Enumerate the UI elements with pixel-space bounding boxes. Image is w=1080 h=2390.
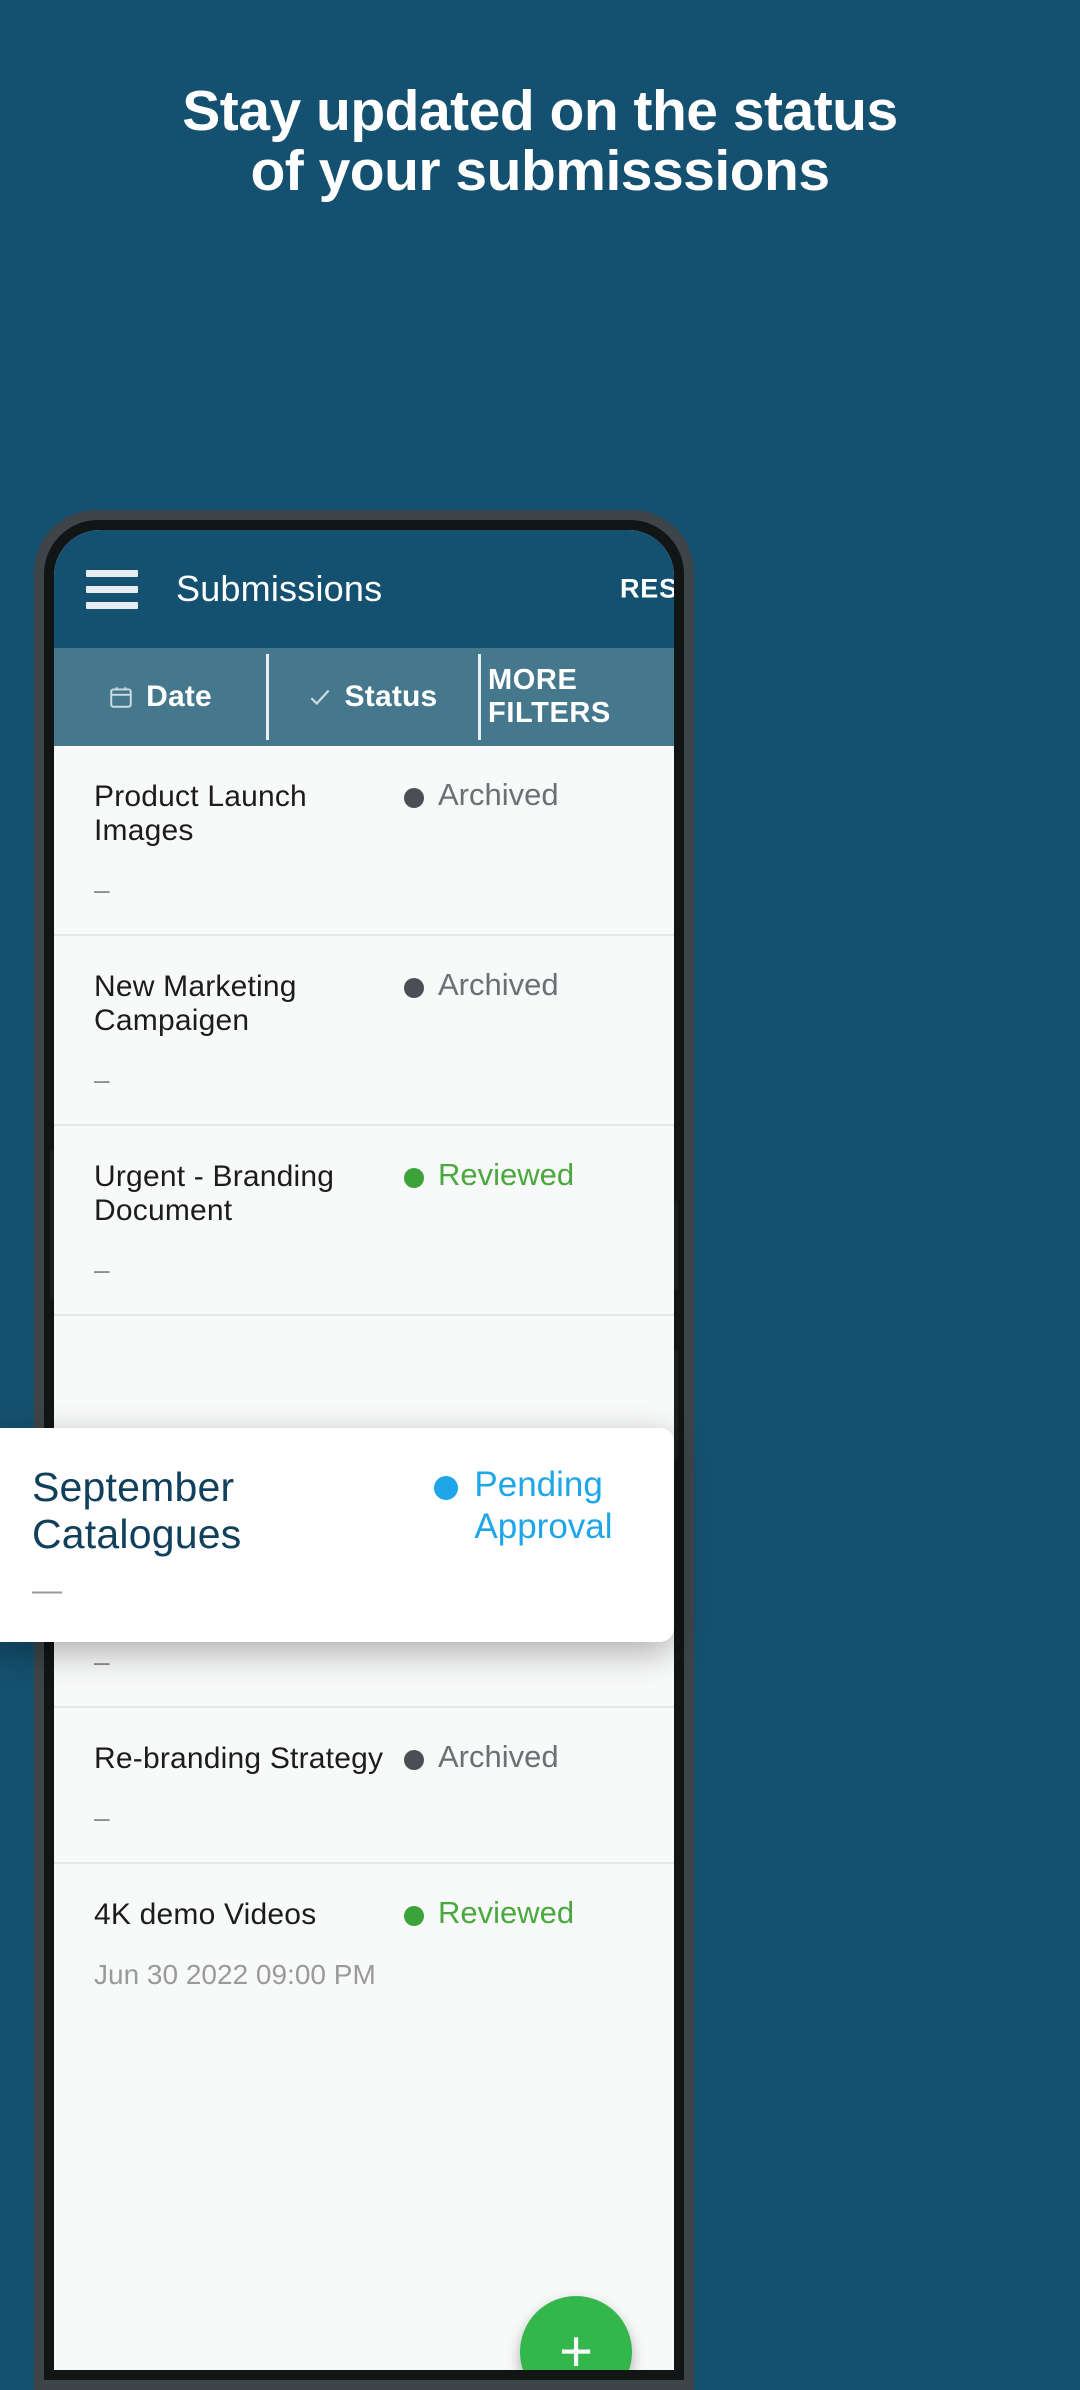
filter-tab-date-label: Date <box>146 680 212 713</box>
filter-tab-status[interactable]: Status <box>266 648 478 746</box>
submission-title: Re-branding Strategy <box>94 1741 384 1775</box>
submission-date: – <box>94 1254 110 1285</box>
submission-title: Product Launch Images <box>94 780 307 847</box>
filter-tab-more-filters[interactable]: MORE FILTERS <box>478 648 674 746</box>
filter-tab-status-label: Status <box>344 680 438 713</box>
submission-date: Jun 30 2022 09:00 PM <box>94 1959 376 1990</box>
filter-tab-date[interactable]: Date <box>54 648 266 746</box>
submission-title: New Marketing Campaigen <box>94 970 297 1037</box>
plus-icon: + <box>559 2319 593 2371</box>
status-badge: Archived <box>438 777 559 812</box>
filter-tab-bar: Date Status MORE FILTERS <box>54 648 674 746</box>
status-dot <box>404 1749 424 1770</box>
filter-tab-more-filters-label: MORE FILTERS <box>488 664 611 729</box>
promo-headline: Stay updated on the status of your submi… <box>0 79 1080 203</box>
submission-date: – <box>94 1802 110 1834</box>
status-dot <box>404 1168 424 1188</box>
table-row[interactable]: Re-branding Strategy Archived – <box>54 1708 674 1865</box>
status-dot <box>404 788 424 808</box>
highlighted-submission-status: Pending Approval <box>434 1464 634 1548</box>
submissions-list: Product Launch Images Archived – New Mar… <box>54 746 674 2019</box>
submission-status: Archived <box>404 966 634 1005</box>
status-badge: Reviewed <box>438 1895 575 1931</box>
page-title: Submissions <box>176 568 383 609</box>
status-dot <box>404 978 424 998</box>
submission-status: Reviewed <box>404 1894 634 1933</box>
highlighted-submission-title: September Catalogues <box>32 1464 242 1557</box>
submission-date: – <box>94 1064 110 1095</box>
check-icon <box>307 684 333 710</box>
calendar-icon <box>108 684 134 710</box>
highlighted-submission-card[interactable]: September Catalogues Pending Approval — <box>0 1428 674 1642</box>
reset-button[interactable]: RESET <box>620 574 674 605</box>
table-row[interactable]: New Marketing Campaigen Archived – <box>54 936 674 1126</box>
submission-status: Archived <box>404 1738 634 1777</box>
submission-title: Urgent - Branding Document <box>94 1160 335 1227</box>
submission-status: Archived <box>404 776 634 815</box>
submission-status: Reviewed <box>404 1156 634 1195</box>
table-row[interactable]: 4K demo Videos Reviewed Jun 30 2022 09:0… <box>54 1864 674 2019</box>
submission-date: – <box>94 874 110 905</box>
promo-headline-line-1: Stay updated on the status <box>182 79 898 143</box>
promo-headline-line-2: of your submisssions <box>250 138 830 203</box>
status-badge: Pending Approval <box>474 1465 613 1546</box>
table-row[interactable]: Product Launch Images Archived – <box>54 746 674 936</box>
status-badge: Archived <box>438 967 559 1002</box>
status-badge: Reviewed <box>438 1157 575 1192</box>
status-badge: Archived <box>438 1738 559 1774</box>
add-submission-fab[interactable]: + <box>520 2296 632 2370</box>
submission-title: 4K demo Videos <box>94 1898 317 1932</box>
status-dot <box>434 1476 459 1500</box>
hamburger-menu-icon[interactable] <box>86 569 138 609</box>
highlighted-submission-date: — <box>32 1574 62 1607</box>
table-row[interactable]: Urgent - Branding Document Reviewed – <box>54 1126 674 1316</box>
app-bar: Submissions RESET <box>54 530 674 648</box>
status-dot <box>404 1906 424 1927</box>
